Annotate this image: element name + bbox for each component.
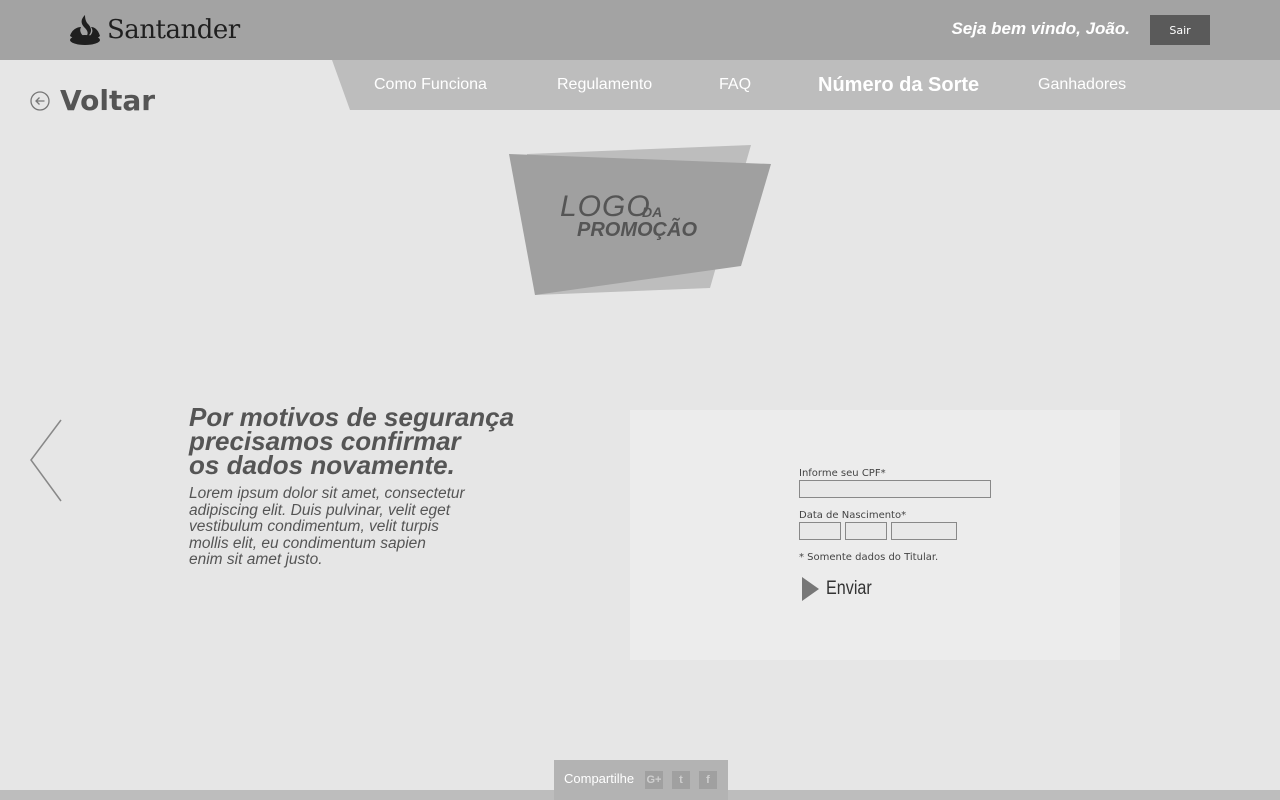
description-line: adipiscing elit. Duis pulvinar, velit eg…: [189, 501, 451, 519]
birth-date-label: Data de Nascimento*: [799, 510, 907, 521]
share-label: Compartilhe: [564, 771, 635, 786]
cpf-input[interactable]: [799, 480, 991, 498]
nav-item-ganhadores[interactable]: Ganhadores: [1038, 60, 1126, 110]
brand-name: Santander: [107, 15, 240, 45]
nav-item-faq[interactable]: FAQ: [719, 60, 751, 110]
headline-line: os dados novamente.: [189, 450, 455, 480]
cpf-label: Informe seu CPF*: [799, 468, 886, 479]
back-button[interactable]: Voltar: [30, 84, 155, 117]
description-line: vestibulum condimentum, velit turpis: [189, 518, 439, 536]
birth-day-input[interactable]: [799, 522, 841, 540]
nav-item-como-funciona[interactable]: Como Funciona: [374, 60, 487, 110]
submit-label: Enviar: [826, 578, 872, 599]
facebook-icon[interactable]: f: [699, 771, 717, 789]
flame-logo-icon: [70, 15, 100, 45]
arrow-left-circle-icon: [30, 90, 50, 111]
chevron-left-icon[interactable]: [28, 418, 64, 504]
nav-item-numero-da-sorte[interactable]: Número da Sorte: [818, 60, 979, 110]
google-plus-icon[interactable]: G+: [645, 771, 663, 789]
promo-logo-da: DA: [642, 204, 663, 220]
promo-logo-promocao: PROMOÇÃO: [577, 219, 697, 241]
play-arrow-icon: [802, 577, 819, 601]
santander-logo[interactable]: Santander: [68, 14, 240, 46]
submit-button[interactable]: Enviar: [800, 576, 880, 602]
birth-year-input[interactable]: [891, 522, 957, 540]
page-headline: Por motivos de segurança precisamos conf…: [189, 404, 569, 480]
description-text: Lorem ipsum dolor sit amet, consectetur …: [189, 485, 479, 569]
description-line: mollis elit, eu condimentum sapien: [189, 534, 426, 552]
birth-month-input[interactable]: [845, 522, 887, 540]
nav-item-regulamento[interactable]: Regulamento: [557, 60, 652, 110]
back-label: Voltar: [60, 84, 156, 117]
titular-note: * Somente dados do Titular.: [799, 552, 939, 563]
description-line: enim sit amet justo.: [189, 551, 323, 569]
description-line: Lorem ipsum dolor sit amet, consectetur: [189, 485, 465, 502]
welcome-message: Seja bem vindo, João.: [951, 19, 1130, 38]
logout-button[interactable]: Sair: [1150, 15, 1210, 45]
twitter-icon[interactable]: t: [672, 771, 690, 789]
